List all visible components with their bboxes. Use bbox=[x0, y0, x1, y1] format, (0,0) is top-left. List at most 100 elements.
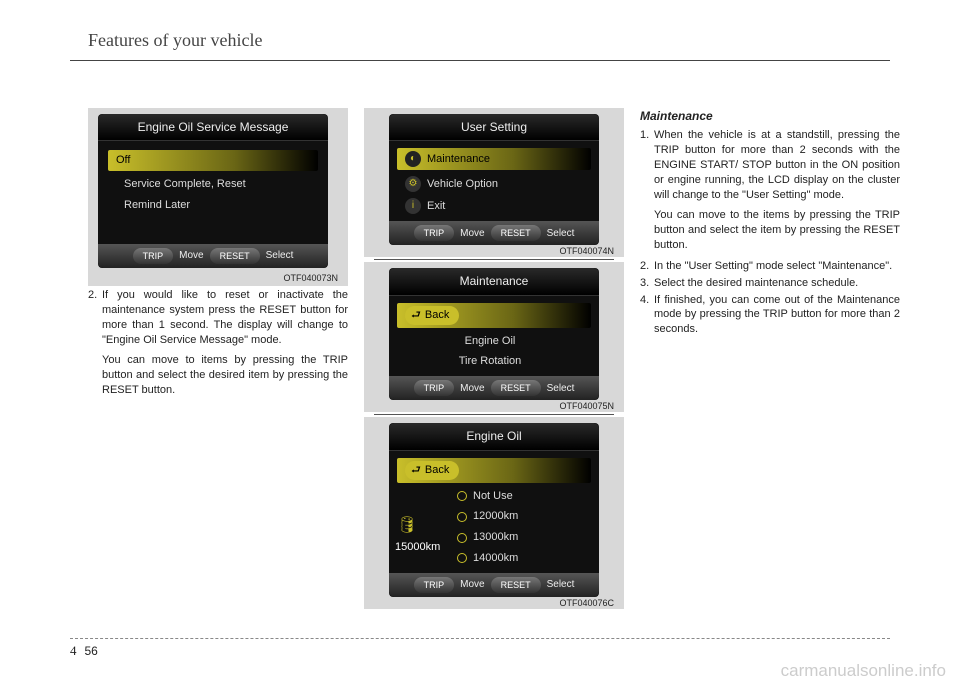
row-label: Remind Later bbox=[124, 198, 190, 213]
footer-rule bbox=[70, 638, 890, 639]
screenB-row-back[interactable]: ⮐ Back bbox=[397, 303, 591, 328]
move-label: Move bbox=[460, 227, 484, 241]
select-label: Select bbox=[547, 578, 575, 592]
item-number: 4. bbox=[640, 293, 654, 338]
item-text: When the vehicle is at a standstill, pre… bbox=[654, 128, 900, 202]
col1-item2: 2. If you would like to reset or inactiv… bbox=[88, 288, 348, 347]
row-label: Tire Rotation bbox=[459, 354, 522, 369]
screenC-row-back[interactable]: ⮐ Back bbox=[397, 458, 591, 483]
watermark: carmanualsonline.info bbox=[781, 661, 946, 681]
screen1-row-off[interactable]: Off bbox=[108, 150, 318, 171]
screenC-wrap: Engine Oil ⮐ Back Not Use 12000km 13000k… bbox=[364, 417, 624, 609]
screen1-title: Engine Oil Service Message bbox=[98, 114, 328, 141]
back-arrow-icon: ⮐ Back bbox=[405, 461, 459, 480]
screen-engine-oil: Engine Oil ⮐ Back Not Use 12000km 13000k… bbox=[389, 423, 599, 597]
move-label: Move bbox=[460, 382, 484, 396]
oil-can-icon: 🛢 bbox=[397, 515, 417, 537]
item-text: Select the desired maintenance schedule. bbox=[654, 276, 900, 291]
screenC-footer: TRIP Move RESET Select bbox=[389, 573, 599, 597]
row-label: 12000km bbox=[473, 509, 518, 524]
select-label: Select bbox=[547, 227, 575, 241]
item-text: In the "User Setting" mode select "Maint… bbox=[654, 259, 900, 274]
screen1-wrap: Engine Oil Service Message Off Service C… bbox=[88, 108, 348, 286]
row-label: Exit bbox=[427, 199, 445, 214]
section-number: 4 bbox=[70, 643, 77, 659]
select-label: Select bbox=[266, 249, 294, 263]
reset-pill[interactable]: RESET bbox=[491, 577, 541, 593]
screen1-row-remind[interactable]: Remind Later bbox=[108, 195, 318, 216]
col3-item2: 2. In the "User Setting" mode select "Ma… bbox=[640, 259, 900, 274]
screenC-opt-12000[interactable]: 12000km bbox=[449, 506, 591, 527]
screen-user-setting: User Setting ◐ Maintenance ⚙ Vehicle Opt… bbox=[389, 114, 599, 245]
screenA-title: User Setting bbox=[389, 114, 599, 141]
screen1-body: Off Service Complete, Reset Remind Later bbox=[98, 141, 328, 244]
move-label: Move bbox=[179, 249, 203, 263]
header-rule bbox=[70, 60, 890, 61]
screenA-row-maintenance[interactable]: ◐ Maintenance bbox=[397, 148, 591, 170]
col3-item1: 1. When the vehicle is at a standstill, … bbox=[640, 128, 900, 202]
screenC-opt-13000[interactable]: 13000km bbox=[449, 527, 591, 548]
screen1-footer: TRIP Move RESET Select bbox=[98, 244, 328, 268]
row-label: Engine Oil bbox=[465, 334, 516, 349]
screenB-body: ⮐ Back Engine Oil Tire Rotation bbox=[389, 296, 599, 377]
divider bbox=[374, 259, 614, 260]
col1-note: You can move to items by pressing the TR… bbox=[102, 353, 348, 398]
item-text: If you would like to reset or inactivate… bbox=[102, 288, 348, 347]
trip-pill[interactable]: TRIP bbox=[414, 380, 455, 396]
row-label: Vehicle Option bbox=[427, 177, 498, 192]
screenB-wrap: Maintenance ⮐ Back Engine Oil Tire Rotat… bbox=[364, 262, 624, 412]
trip-pill[interactable]: TRIP bbox=[133, 248, 174, 264]
radio-icon bbox=[457, 553, 467, 563]
page-minor: 56 bbox=[85, 644, 98, 658]
row-label: 13000km bbox=[473, 530, 518, 545]
row-label: 14000km bbox=[473, 551, 518, 566]
screenB-footer: TRIP Move RESET Select bbox=[389, 376, 599, 400]
screenB-caption: OTF040075N bbox=[374, 400, 614, 412]
screenC-caption: OTF040076C bbox=[374, 597, 614, 609]
gauge-icon: ◐ bbox=[405, 151, 421, 167]
divider bbox=[374, 414, 614, 415]
screenA-body: ◐ Maintenance ⚙ Vehicle Option i Exit bbox=[389, 141, 599, 221]
item-number: 3. bbox=[640, 276, 654, 291]
radio-icon bbox=[457, 491, 467, 501]
screen1-row-complete[interactable]: Service Complete, Reset bbox=[108, 174, 318, 195]
screen-engine-oil-msg: Engine Oil Service Message Off Service C… bbox=[98, 114, 328, 268]
screen-maintenance: Maintenance ⮐ Back Engine Oil Tire Rotat… bbox=[389, 268, 599, 400]
trip-pill[interactable]: TRIP bbox=[414, 225, 455, 241]
trip-pill[interactable]: TRIP bbox=[414, 577, 455, 593]
column-2: User Setting ◐ Maintenance ⚙ Vehicle Opt… bbox=[364, 108, 624, 611]
row-label: Service Complete, Reset bbox=[124, 177, 246, 192]
item-number: 1. bbox=[640, 128, 654, 202]
back-arrow-icon: ⮐ Back bbox=[405, 306, 459, 325]
row-label: Maintenance bbox=[427, 152, 490, 167]
screenC-opt-14000[interactable]: 14000km bbox=[449, 548, 591, 569]
screenC-side-km: 15000km bbox=[395, 540, 440, 555]
col3-item1-note: You can move to the items by pressing th… bbox=[654, 208, 900, 253]
row-label: Off bbox=[116, 153, 130, 168]
select-label: Select bbox=[547, 382, 575, 396]
screenA-caption: OTF040074N bbox=[374, 245, 614, 257]
reset-pill[interactable]: RESET bbox=[491, 380, 541, 396]
page-number: 4 56 bbox=[70, 643, 98, 659]
row-label: Not Use bbox=[473, 489, 513, 504]
screenB-row-tire[interactable]: Tire Rotation bbox=[397, 351, 591, 372]
column-1: Engine Oil Service Message Off Service C… bbox=[88, 108, 348, 404]
screenC-title: Engine Oil bbox=[389, 423, 599, 450]
item-text: If finished, you can come out of the Mai… bbox=[654, 293, 900, 338]
radio-icon bbox=[457, 512, 467, 522]
screenA-footer: TRIP Move RESET Select bbox=[389, 221, 599, 245]
maintenance-heading: Maintenance bbox=[640, 108, 900, 124]
screenB-row-oil[interactable]: Engine Oil bbox=[397, 331, 591, 352]
radio-icon bbox=[457, 533, 467, 543]
screenA-row-vehicle[interactable]: ⚙ Vehicle Option bbox=[397, 173, 591, 195]
reset-pill[interactable]: RESET bbox=[491, 225, 541, 241]
screenA-row-exit[interactable]: i Exit bbox=[397, 195, 591, 217]
screenA-wrap: User Setting ◐ Maintenance ⚙ Vehicle Opt… bbox=[364, 108, 624, 257]
screen1-caption: OTF040073N bbox=[98, 272, 338, 284]
page-header: Features of your vehicle bbox=[88, 30, 262, 51]
reset-pill[interactable]: RESET bbox=[210, 248, 260, 264]
screenC-opt-notuse[interactable]: Not Use bbox=[449, 486, 591, 507]
gear-icon: ⚙ bbox=[405, 176, 421, 192]
col3-item4: 4. If finished, you can come out of the … bbox=[640, 293, 900, 338]
move-label: Move bbox=[460, 578, 484, 592]
